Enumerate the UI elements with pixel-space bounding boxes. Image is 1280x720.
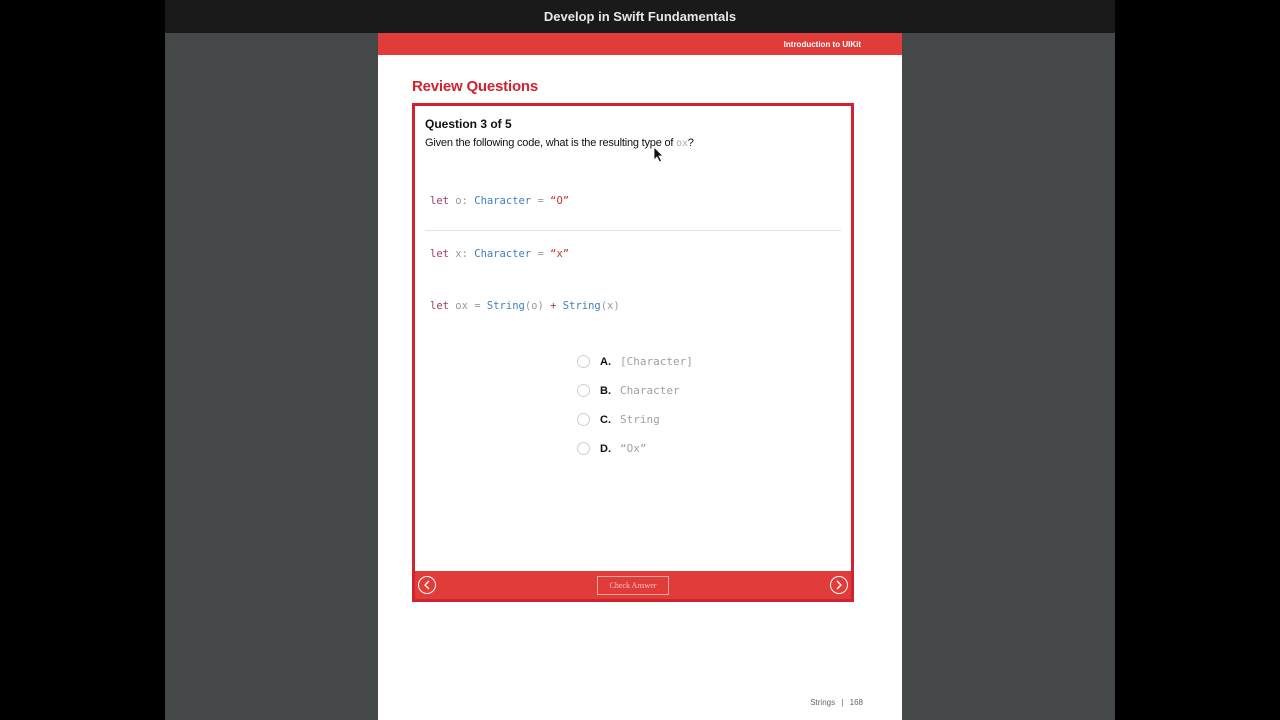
answer-text: “Ox” — [620, 442, 647, 455]
code-line: let x: Character = “x” — [430, 246, 620, 264]
answer-text: [Character] — [620, 355, 693, 368]
quiz-widget: Question 3 of 5 Given the following code… — [412, 103, 854, 602]
radio-button[interactable] — [577, 442, 590, 455]
prompt-text: Given the following code, what is the re… — [425, 137, 677, 149]
code-token: o: — [448, 195, 475, 207]
footer-separator: | — [841, 698, 844, 707]
chapter-title: Introduction to UIKit — [783, 39, 861, 49]
code-token: let — [430, 300, 449, 312]
question-counter: Question 3 of 5 — [425, 117, 512, 131]
code-block: let o: Character = “O” let x: Character … — [430, 158, 620, 351]
check-answer-button[interactable]: Check Answer — [597, 576, 669, 595]
code-token: “O” — [550, 195, 570, 207]
code-token: (o) — [524, 300, 551, 312]
radio-button[interactable] — [577, 384, 590, 397]
divider — [425, 230, 841, 231]
answer-option-a[interactable]: A. [Character] — [577, 347, 693, 376]
code-token: let — [430, 195, 449, 207]
code-line: let o: Character = “O” — [430, 193, 620, 211]
app-window: Develop in Swift Fundamentals Introducti… — [165, 0, 1115, 720]
mouse-cursor-icon — [654, 147, 664, 163]
answer-list: A. [Character] B. Character C. String D.… — [577, 347, 693, 463]
book-page: Introduction to UIKit Review Questions Q… — [378, 33, 902, 720]
code-token: = — [531, 247, 551, 260]
answer-text: String — [620, 413, 660, 426]
answer-option-b[interactable]: B. Character — [577, 376, 693, 405]
radio-button[interactable] — [577, 355, 590, 368]
answer-letter: B. — [600, 384, 611, 397]
radio-button[interactable] — [577, 413, 590, 426]
answer-letter: C. — [600, 413, 611, 426]
answer-text: Character — [620, 384, 680, 397]
answer-letter: D. — [600, 442, 611, 455]
code-token: = — [531, 195, 551, 207]
answer-option-c[interactable]: C. String — [577, 405, 693, 434]
chevron-right-icon — [836, 580, 842, 590]
code-line: let ox = String(o) + String(x) — [430, 298, 620, 316]
chevron-left-icon — [424, 580, 430, 590]
code-token: x: — [448, 247, 475, 260]
window-title: Develop in Swift Fundamentals — [165, 0, 1115, 33]
section-title: Review Questions — [412, 78, 539, 95]
footer-section: Strings — [810, 698, 836, 707]
answer-option-d[interactable]: D. “Ox” — [577, 434, 693, 463]
code-token: ox = — [448, 300, 487, 312]
answer-letter: A. — [600, 355, 611, 368]
code-token: (x) — [600, 300, 620, 312]
page-footer: Strings | 168 — [810, 698, 863, 707]
next-question-button[interactable] — [830, 576, 848, 594]
code-token: let — [430, 247, 449, 260]
chapter-header: Introduction to UIKit — [378, 33, 902, 55]
prompt-end: ? — [687, 137, 694, 149]
page-number: 168 — [849, 698, 863, 707]
code-token: String — [562, 300, 601, 312]
code-token: “x” — [550, 247, 570, 260]
previous-question-button[interactable] — [418, 576, 436, 594]
code-token: Character — [474, 195, 532, 207]
code-token: String — [486, 300, 525, 312]
quiz-footer: Check Answer — [415, 571, 851, 599]
prompt-code: ox — [676, 138, 688, 149]
code-token: Character — [474, 247, 532, 260]
